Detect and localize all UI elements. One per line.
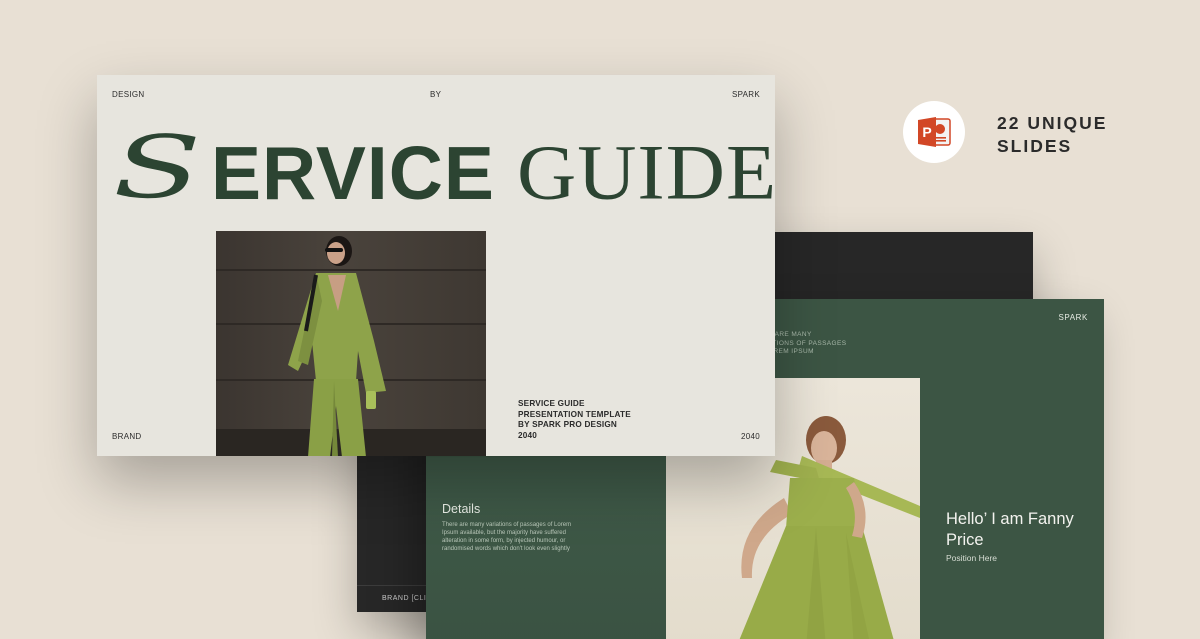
green-slide-partial-text: E ARE MANY ATIONS OF PASSAGES OREM IPSUM (768, 331, 888, 357)
description-line: BY SPARK PRO DESIGN (518, 420, 618, 429)
partial-text-line: OREM IPSUM (768, 348, 814, 355)
title-script-letter: S (113, 118, 201, 218)
slide-label-brand: BRAND (112, 432, 142, 441)
partial-text-line: E ARE MANY (768, 331, 812, 338)
slide-label-year: 2040 (741, 432, 760, 441)
title-word-service: ERVICE (211, 131, 495, 215)
green-slide-brand: SPARK (1058, 313, 1088, 322)
model-photo-green-suit-illustration (216, 236, 486, 456)
hello-heading: Hello’ I am Fanny Price (946, 510, 1074, 549)
badge-text: 22 UNIQUE SLIDES (997, 112, 1107, 158)
badge-line-slides: SLIDES (997, 136, 1073, 156)
main-title-slide: DESIGN BY SPARK S ERVICE GUIDE SERVICE G… (97, 75, 775, 456)
powerpoint-icon: P (918, 117, 951, 147)
slide-label-spark: SPARK (731, 90, 760, 99)
dark-slide-footer-text: BRAND [CLIE (382, 595, 432, 602)
powerpoint-badge: P (903, 101, 965, 163)
svg-text:P: P (922, 124, 931, 140)
details-title: Details (442, 502, 481, 516)
slide-label-design: DESIGN (112, 90, 145, 99)
slide-label-by: BY (430, 90, 442, 99)
description-line: SERVICE GUIDE (518, 399, 585, 408)
model-photo-green-suit (216, 231, 486, 456)
details-body: There are many variations of passages of… (442, 522, 572, 552)
partial-text-line: ATIONS OF PASSAGES (768, 339, 847, 347)
title-word-guide: GUIDE (517, 129, 775, 216)
description-line: PRESENTATION TEMPLATE (518, 409, 631, 419)
position-text: Position Here (946, 553, 998, 563)
slide-title: S ERVICE GUIDE (111, 125, 775, 215)
description-line: 2040 (518, 430, 538, 440)
badge-line-count: 22 UNIQUE (997, 113, 1108, 133)
slide-description: SERVICE GUIDE PRESENTATION TEMPLATE BY S… (518, 399, 631, 441)
dark-slide-footer: BRAND [CLIE (357, 585, 431, 612)
